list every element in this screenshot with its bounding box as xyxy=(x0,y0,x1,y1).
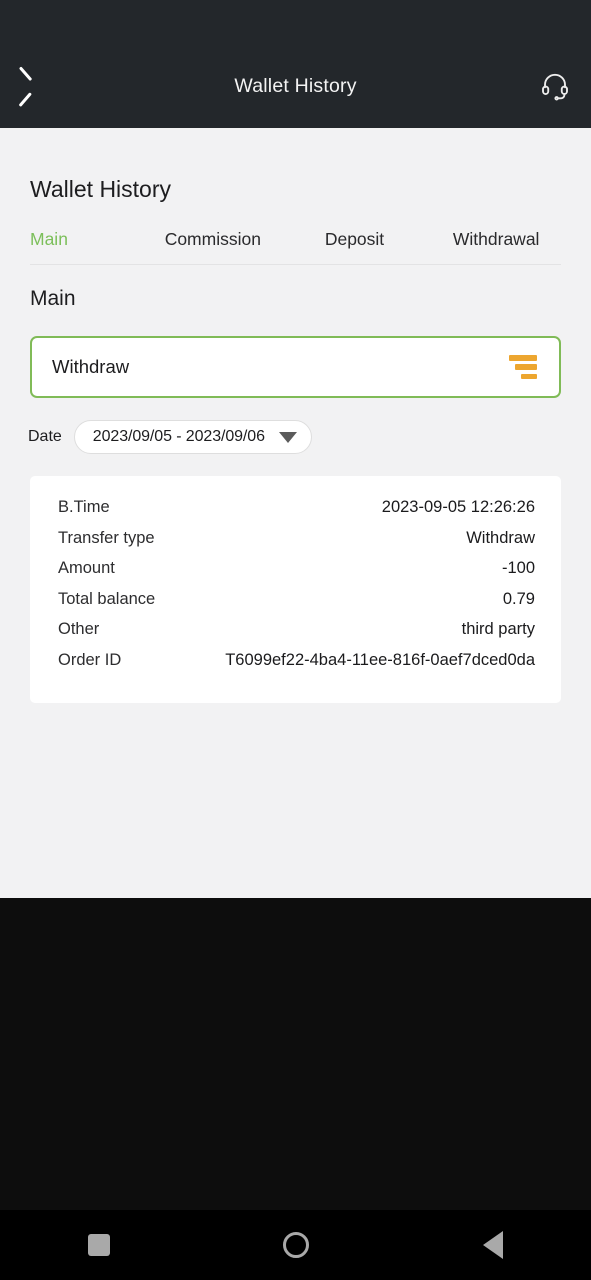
record-value: 0.79 xyxy=(502,589,535,608)
record-value: Withdraw xyxy=(466,528,535,547)
tab-commission[interactable]: Commission xyxy=(142,225,284,264)
record-row-order-id: Order ID T6099ef22-4ba4-11ee-816f-0aef7d… xyxy=(58,651,535,682)
circle-icon xyxy=(282,1232,309,1258)
record-label: Amount xyxy=(58,559,115,577)
date-range-value: 2023/09/05 - 2023/09/06 xyxy=(92,428,265,445)
headset-icon xyxy=(542,73,568,101)
transfer-type-value: Withdraw xyxy=(52,356,130,377)
support-button[interactable] xyxy=(519,58,591,114)
date-filter-row: Date 2023/09/05 - 2023/09/06 xyxy=(28,420,591,454)
nav-recents-button[interactable] xyxy=(0,1210,197,1280)
record-value: 2023-09-05 12:26:26 xyxy=(381,498,535,516)
tab-divider xyxy=(30,264,561,265)
tab-main[interactable]: Main xyxy=(24,225,142,264)
nav-home-button[interactable] xyxy=(197,1210,394,1280)
record-label: Other xyxy=(58,620,100,638)
app-bar-title: Wallet History xyxy=(234,74,357,97)
record-row-transfer-type: Transfer type Withdraw xyxy=(58,529,535,560)
phone-screen: Wallet History Wallet History Main Commi… xyxy=(0,0,591,1280)
record-row-btime: B.Time 2023-09-05 12:26:26 xyxy=(58,498,535,529)
record-value: -100 xyxy=(501,559,535,577)
date-range-picker[interactable]: 2023/09/05 - 2023/09/06 xyxy=(73,420,312,454)
record-label: B.Time xyxy=(58,498,110,516)
page-title: Wallet History xyxy=(30,176,171,202)
record-row-amount: Amount -100 xyxy=(58,559,535,590)
record-value: T6099ef22-4ba4-11ee-816f-0aef7dced0da xyxy=(225,650,535,669)
tab-withdrawal[interactable]: Withdrawal xyxy=(425,225,567,264)
tab-bar: Main Commission Deposit Withdrawal xyxy=(0,225,591,264)
chevron-left-icon xyxy=(28,72,44,100)
record-label: Total balance xyxy=(58,589,156,608)
app-bar: Wallet History xyxy=(0,0,591,128)
tab-deposit[interactable]: Deposit xyxy=(284,225,426,264)
back-button[interactable] xyxy=(0,58,72,114)
record-label: Transfer type xyxy=(58,528,155,547)
section-title: Main xyxy=(30,287,76,310)
record-row-total-balance: Total balance 0.79 xyxy=(58,590,535,621)
filter-bars-icon[interactable] xyxy=(509,355,537,379)
record-row-other: Other third party xyxy=(58,620,535,651)
date-label: Date xyxy=(28,428,62,445)
record-card: B.Time 2023-09-05 12:26:26 Transfer type… xyxy=(30,476,561,703)
transfer-type-select[interactable]: Withdraw xyxy=(30,336,561,398)
content-area: Wallet History Main Commission Deposit W… xyxy=(0,128,591,898)
caret-down-icon xyxy=(278,431,297,443)
record-value: third party xyxy=(461,620,535,638)
triangle-left-icon xyxy=(482,1231,503,1259)
android-nav-bar xyxy=(0,1210,591,1280)
record-label: Order ID xyxy=(58,650,122,669)
square-icon xyxy=(87,1234,110,1256)
nav-back-button[interactable] xyxy=(394,1210,591,1280)
